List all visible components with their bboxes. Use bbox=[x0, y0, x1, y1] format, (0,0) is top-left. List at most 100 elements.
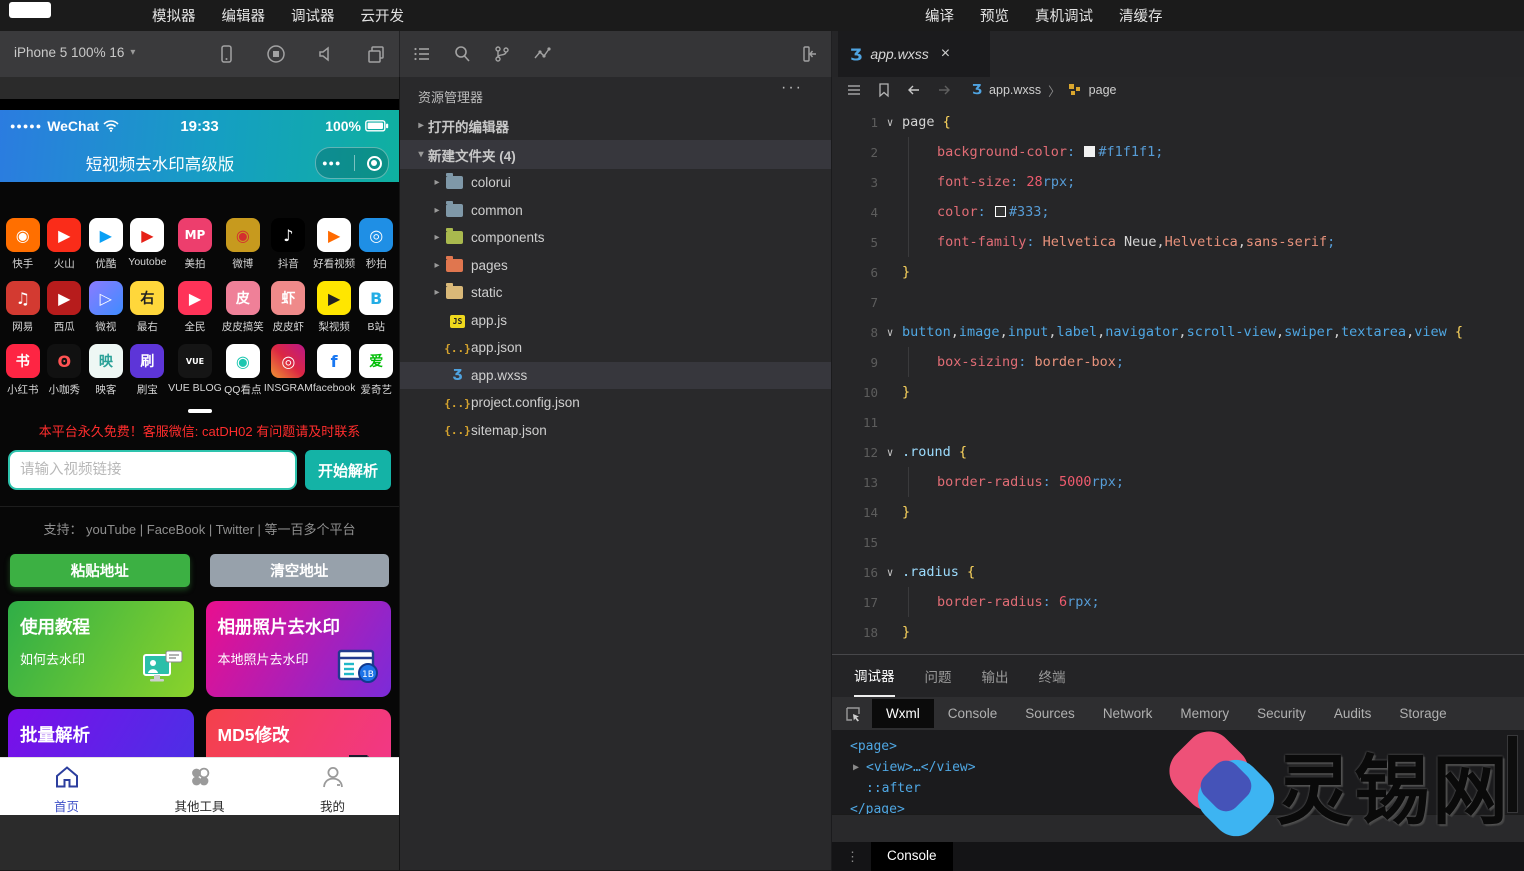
tree-item-colorui[interactable]: ▸colorui bbox=[400, 169, 831, 197]
devtools-tab-sources[interactable]: Sources bbox=[1011, 699, 1089, 728]
code-area[interactable]: 1∨page {2background-color: #f1f1f1;3font… bbox=[832, 103, 1524, 658]
feature-card[interactable]: 相册照片去水印本地照片去水印1B bbox=[206, 601, 392, 697]
kebab-menu-icon[interactable]: ⋮ bbox=[846, 854, 859, 859]
scrollbar[interactable] bbox=[1507, 735, 1518, 813]
app-grid-item[interactable]: ▷微视 bbox=[85, 281, 127, 334]
device-selector[interactable]: iPhone 5 100% 16▾ bbox=[14, 45, 135, 60]
menubar-item[interactable]: 调试器 bbox=[291, 5, 335, 26]
expand-arrow-icon[interactable]: ▶ bbox=[853, 757, 866, 778]
code-line[interactable]: 15 bbox=[832, 527, 1524, 557]
tabbar-item-home[interactable]: 首页 bbox=[0, 758, 133, 815]
app-grid-item[interactable]: 刷刷宝 bbox=[127, 344, 169, 397]
code-line[interactable]: 16∨.radius { bbox=[832, 557, 1524, 587]
more-icon[interactable]: ●●● bbox=[322, 158, 341, 168]
bookmark-icon[interactable] bbox=[876, 82, 892, 98]
app-grid-item[interactable]: ▶优酷 bbox=[85, 218, 127, 271]
code-line[interactable]: 5font-family: Helvetica Neue,Helvetica,s… bbox=[832, 227, 1524, 257]
app-grid-item[interactable]: ▶火山 bbox=[44, 218, 86, 271]
app-grid-item[interactable]: 虾皮皮虾 bbox=[264, 281, 313, 334]
code-line[interactable]: 1∨page { bbox=[832, 107, 1524, 137]
debugger-tab[interactable]: 输出 bbox=[982, 656, 1009, 696]
open-editors-list-icon[interactable] bbox=[412, 44, 432, 64]
app-grid-item[interactable]: ffacebook bbox=[313, 344, 356, 397]
app-grid-item[interactable]: ▶好看视频 bbox=[313, 218, 356, 271]
code-line[interactable]: 18} bbox=[832, 617, 1524, 647]
close-icon[interactable]: × bbox=[941, 45, 950, 63]
code-line[interactable]: 4color: #333; bbox=[832, 197, 1524, 227]
app-grid-item[interactable]: ʘ小咖秀 bbox=[44, 344, 86, 397]
video-link-input[interactable] bbox=[8, 450, 297, 490]
exit-icon[interactable] bbox=[367, 156, 382, 171]
app-grid-item[interactable]: VUEVUE BLOG bbox=[168, 344, 222, 397]
tabbar-item-tools[interactable]: 其他工具 bbox=[133, 758, 266, 815]
phone-icon[interactable] bbox=[216, 44, 236, 64]
back-arrow-icon[interactable] bbox=[906, 82, 922, 98]
clear-address-button[interactable]: 清空地址 bbox=[210, 554, 390, 587]
app-grid-item[interactable]: 映映客 bbox=[85, 344, 127, 397]
tree-item-project-config-json[interactable]: {..}project.config.json bbox=[400, 389, 831, 417]
feature-card[interactable]: MD5修改改MD5上热门MD5 bbox=[206, 709, 392, 757]
app-grid-item[interactable]: ◎INSGRAM bbox=[264, 344, 313, 397]
miniprogram-capsule[interactable]: ●●● bbox=[315, 147, 389, 179]
code-line[interactable]: 11 bbox=[832, 407, 1524, 437]
app-grid-item[interactable]: ♪抖音 bbox=[264, 218, 313, 271]
collapse-sidebar-icon[interactable] bbox=[800, 44, 820, 64]
windows-icon[interactable] bbox=[366, 44, 386, 64]
editor-tab-app-wxss[interactable]: Ʒ app.wxss × bbox=[838, 31, 990, 77]
app-grid-item[interactable]: ◉微博 bbox=[222, 218, 264, 271]
tree-item-pages[interactable]: ▸pages bbox=[400, 252, 831, 280]
wxml-node[interactable]: ::after bbox=[832, 778, 1524, 799]
debugger-tab[interactable]: 调试器 bbox=[854, 655, 895, 697]
app-grid-item[interactable]: ▶西瓜 bbox=[44, 281, 86, 334]
record-icon[interactable] bbox=[266, 44, 286, 64]
devtools-tab-network[interactable]: Network bbox=[1089, 699, 1167, 728]
app-grid-item[interactable]: BB站 bbox=[355, 281, 397, 334]
app-grid-item[interactable]: 皮皮皮搞笑 bbox=[222, 281, 264, 334]
devtools-tab-audits[interactable]: Audits bbox=[1320, 699, 1386, 728]
debugger-tab[interactable]: 终端 bbox=[1039, 656, 1066, 696]
tree-item-components[interactable]: ▸components bbox=[400, 224, 831, 252]
search-icon[interactable] bbox=[452, 44, 472, 64]
code-line[interactable]: 12∨.round { bbox=[832, 437, 1524, 467]
app-grid-item[interactable]: 爱爱奇艺 bbox=[355, 344, 397, 397]
code-line[interactable]: 2background-color: #f1f1f1; bbox=[832, 137, 1524, 167]
tabbar-item-me[interactable]: 我的 bbox=[266, 758, 399, 815]
tree-section[interactable]: ▸打开的编辑器 bbox=[400, 111, 831, 140]
code-line[interactable]: 6} bbox=[832, 257, 1524, 287]
code-line[interactable]: 17border-radius: 6rpx; bbox=[832, 587, 1524, 617]
app-grid-item[interactable]: MP美拍 bbox=[168, 218, 222, 271]
code-line[interactable]: 14} bbox=[832, 497, 1524, 527]
menubar-item[interactable]: 真机调试 bbox=[1035, 5, 1093, 26]
tree-item-app-wxss[interactable]: Ʒapp.wxss bbox=[400, 362, 831, 390]
feature-card[interactable]: 批量解析解析所有作品 bbox=[8, 709, 194, 757]
outline-icon[interactable] bbox=[846, 82, 862, 98]
tree-item-sitemap-json[interactable]: {..}sitemap.json bbox=[400, 417, 831, 445]
tree-section[interactable]: ▾新建文件夹 (4) bbox=[400, 140, 831, 169]
app-grid-item[interactable]: ◉快手 bbox=[2, 218, 44, 271]
menubar-item[interactable]: 编辑器 bbox=[222, 5, 266, 26]
code-line[interactable]: 13border-radius: 5000rpx; bbox=[832, 467, 1524, 497]
tree-item-app-js[interactable]: JSapp.js bbox=[400, 307, 831, 335]
menubar-item[interactable]: 清缓存 bbox=[1119, 5, 1163, 26]
paste-address-button[interactable]: 粘贴地址 bbox=[10, 554, 190, 587]
devtools-tab-storage[interactable]: Storage bbox=[1385, 699, 1460, 728]
devtools-tab-wxml[interactable]: Wxml bbox=[872, 699, 934, 728]
code-line[interactable]: 8∨button,image,input,label,navigator,scr… bbox=[832, 317, 1524, 347]
tree-item-static[interactable]: ▸static bbox=[400, 279, 831, 307]
forward-arrow-icon[interactable] bbox=[936, 82, 952, 98]
code-line[interactable]: 3font-size: 28rpx; bbox=[832, 167, 1524, 197]
wxml-node[interactable]: <page> bbox=[832, 736, 1524, 757]
app-grid-item[interactable]: 书小红书 bbox=[2, 344, 44, 397]
menubar-item[interactable]: 云开发 bbox=[361, 5, 405, 26]
wxml-tree[interactable]: <page>▶<view>…</view>::after</page> bbox=[832, 730, 1524, 814]
menubar-item[interactable]: 编译 bbox=[925, 5, 954, 26]
app-grid-item[interactable]: ▶全民 bbox=[168, 281, 222, 334]
more-actions-icon[interactable]: ··· bbox=[781, 79, 803, 97]
app-grid-item[interactable]: ▶梨视频 bbox=[313, 281, 356, 334]
app-grid-item[interactable]: ♫网易 bbox=[2, 281, 44, 334]
sound-icon[interactable] bbox=[316, 44, 336, 64]
console-drawer-tab[interactable]: Console bbox=[871, 842, 953, 871]
devtools-tab-security[interactable]: Security bbox=[1243, 699, 1320, 728]
code-line[interactable]: 10} bbox=[832, 377, 1524, 407]
devtools-tab-memory[interactable]: Memory bbox=[1166, 699, 1243, 728]
